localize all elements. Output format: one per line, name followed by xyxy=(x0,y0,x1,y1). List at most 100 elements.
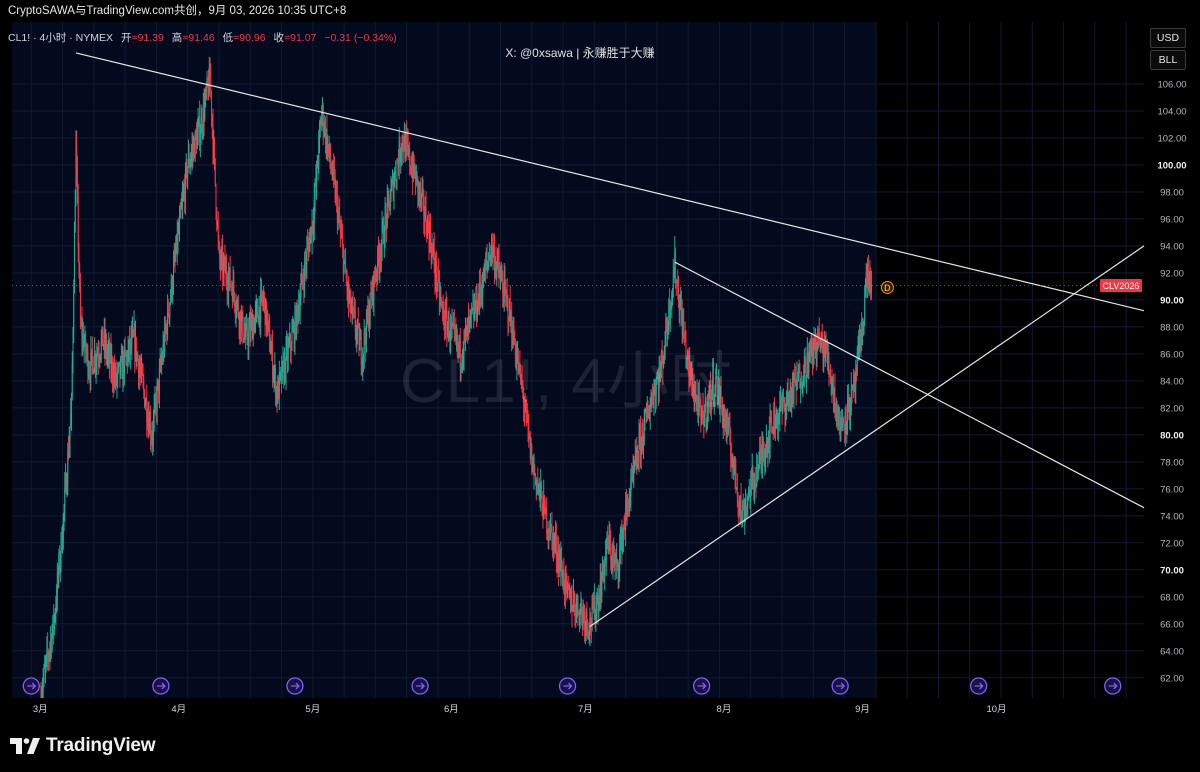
candle-body xyxy=(488,260,490,262)
candle-body xyxy=(167,305,169,316)
y-tick-label: 70.00 xyxy=(1160,565,1184,576)
high-label: 高 xyxy=(171,32,183,44)
candle-body xyxy=(369,293,371,317)
y-tick-label: 86.00 xyxy=(1160,349,1184,360)
candle-body xyxy=(291,332,293,350)
candle-body xyxy=(306,248,308,265)
close-value: =91.07 xyxy=(283,32,317,44)
x-tick-label: 4月 xyxy=(171,704,186,715)
candle-body xyxy=(69,428,71,442)
candle-body xyxy=(74,205,76,231)
high-value: =91.46 xyxy=(182,32,215,44)
y-tick-label: 66.00 xyxy=(1160,619,1184,630)
candle-body xyxy=(735,471,737,489)
author-watermark: X: @0xsawa | 永赚胜于大赚 xyxy=(505,46,655,60)
x-tick-label: 5月 xyxy=(305,704,320,715)
candle-body xyxy=(199,133,201,143)
open-label: 开 xyxy=(120,32,132,44)
y-tick-label: 102.00 xyxy=(1157,133,1186,144)
dividend-marker-label: D xyxy=(884,283,891,293)
y-tick-label: 68.00 xyxy=(1160,592,1184,603)
y-tick-label: 78.00 xyxy=(1160,457,1184,468)
y-tick-label: 88.00 xyxy=(1160,322,1184,333)
x-tick-label: 8月 xyxy=(717,704,732,715)
y-tick-label: 72.00 xyxy=(1160,538,1184,549)
candle-body xyxy=(211,91,213,117)
candle-body xyxy=(300,284,302,300)
publish-header: CryptoSAWA与TradingView.com共创，9月 03, 2026… xyxy=(0,0,1200,22)
candle-body xyxy=(73,292,75,331)
open-value: =91.39 xyxy=(131,32,164,44)
candle-body xyxy=(214,158,216,185)
candle-body xyxy=(828,356,830,371)
tradingview-brand: TradingView xyxy=(46,735,156,756)
ohlc-legend: CL1! · 4小时 · NYMEX 开=91.39 高=91.46 低=90.… xyxy=(8,30,397,45)
tradingview-logo-icon xyxy=(10,738,40,754)
y-tick-label: 82.00 xyxy=(1160,403,1184,414)
y-tick-label: 62.00 xyxy=(1160,673,1184,684)
y-tick-label: 76.00 xyxy=(1160,484,1184,495)
candle-body xyxy=(169,303,171,316)
footer xyxy=(0,719,1200,772)
x-tick-label: 7月 xyxy=(578,704,593,715)
y-tick-label: 100.00 xyxy=(1157,160,1186,171)
candle-body xyxy=(102,327,104,346)
symbol-label[interactable]: CL1! · 4小时 · NYMEX xyxy=(8,32,113,44)
candle-body xyxy=(634,465,636,467)
tradingview-logo[interactable]: TradingView xyxy=(10,735,156,757)
candle-body xyxy=(187,166,189,180)
candle-body xyxy=(210,77,212,92)
candle-body xyxy=(242,312,244,339)
candle-body xyxy=(864,297,866,320)
candle-body xyxy=(870,285,872,292)
y-tick-label: 104.00 xyxy=(1157,106,1186,117)
y-tick-label: 96.00 xyxy=(1160,214,1184,225)
candle-body xyxy=(248,329,250,346)
y-tick-label: 90.00 xyxy=(1160,295,1184,306)
candle-body xyxy=(73,230,75,293)
y-tick-label: 94.00 xyxy=(1160,241,1184,252)
candle-body xyxy=(528,424,530,435)
candle-body xyxy=(754,475,756,484)
candle-body xyxy=(43,667,45,681)
y-tick-label: 84.00 xyxy=(1160,376,1184,387)
candle-body xyxy=(587,622,589,632)
x-tick-label: 6月 xyxy=(444,704,459,715)
publish-line: CryptoSAWA与TradingView.com共创，9月 03, 2026… xyxy=(8,5,347,17)
low-label: 低 xyxy=(222,32,234,44)
close-label: 收 xyxy=(273,32,284,44)
y-tick-label: 80.00 xyxy=(1160,430,1184,441)
y-tick-label: 74.00 xyxy=(1160,511,1184,522)
candle-body xyxy=(394,171,396,180)
currency-bll-button[interactable]: BLL xyxy=(1150,50,1186,70)
price-tag-label: CLV2026 xyxy=(1103,281,1140,291)
candle-body xyxy=(178,217,180,232)
y-tick-label: 98.00 xyxy=(1160,187,1184,198)
candle-body xyxy=(771,420,773,427)
candle-body xyxy=(601,578,603,597)
candle-body xyxy=(577,595,579,613)
candle-body xyxy=(435,261,437,286)
candle-body xyxy=(551,526,553,534)
candle-body xyxy=(77,196,79,247)
candle-body xyxy=(215,184,217,211)
x-tick-label: 3月 xyxy=(33,704,48,715)
candle-body xyxy=(409,147,411,167)
y-tick-label: 92.00 xyxy=(1160,268,1184,279)
candle-body xyxy=(389,201,391,210)
candle-body xyxy=(173,264,175,287)
candle-body xyxy=(535,474,537,478)
candle-body xyxy=(229,268,231,286)
candle-body xyxy=(359,339,361,351)
x-tick-label: 10月 xyxy=(986,704,1006,715)
candle-body xyxy=(416,172,418,177)
change-value: −0.31 (−0.34%) xyxy=(324,32,397,44)
low-value: =90.96 xyxy=(233,32,266,44)
candle-body xyxy=(143,380,145,391)
candle-body xyxy=(257,305,259,318)
currency-usd-button[interactable]: USD xyxy=(1150,28,1186,48)
candle-body xyxy=(388,195,390,202)
symbol-watermark: CL1!, 4小时 xyxy=(400,347,733,416)
x-tick-label: 9月 xyxy=(855,704,870,715)
candle-body xyxy=(675,253,677,282)
